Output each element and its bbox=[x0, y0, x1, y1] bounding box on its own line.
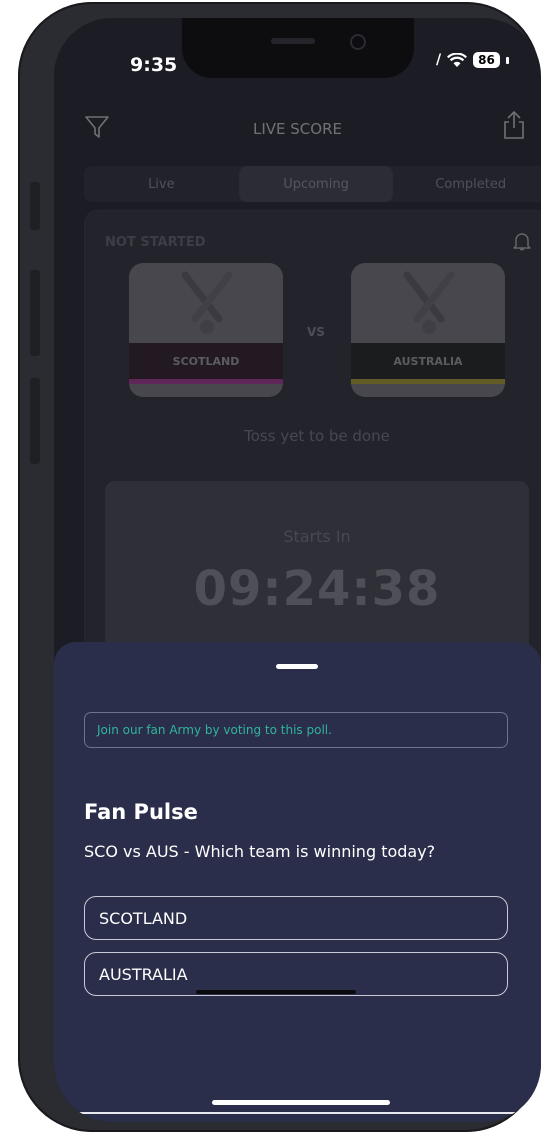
cricket-bat-icon bbox=[403, 271, 455, 334]
team-name-australia: AUSTRALIA bbox=[351, 343, 505, 379]
volume-down-button bbox=[30, 378, 40, 464]
sheet-drag-handle[interactable] bbox=[276, 664, 318, 669]
phone-frame: 9:35 / 86 LIVE SCORE Live Upcoming Compl… bbox=[18, 2, 541, 1132]
cricket-bat-icon bbox=[181, 271, 233, 334]
tab-upcoming[interactable]: Upcoming bbox=[238, 166, 394, 202]
battery-tip bbox=[505, 56, 509, 64]
screen-bottom-edge bbox=[54, 1112, 541, 1114]
status-time: 9:35 bbox=[130, 54, 178, 76]
sheet-divider bbox=[196, 990, 356, 994]
match-status: NOT STARTED bbox=[105, 235, 206, 250]
team-card-australia[interactable]: AUSTRALIA bbox=[351, 263, 505, 397]
speaker-grille bbox=[271, 38, 315, 44]
vs-label: VS bbox=[307, 325, 325, 339]
countdown-label: Starts In bbox=[283, 527, 351, 546]
tab-live[interactable]: Live bbox=[84, 166, 239, 202]
battery-level: 86 bbox=[473, 52, 500, 68]
team-name-scotland: SCOTLAND bbox=[129, 343, 283, 379]
camera-notch bbox=[182, 18, 414, 78]
home-indicator[interactable] bbox=[212, 1100, 390, 1105]
front-camera bbox=[350, 34, 366, 50]
team-stripe-scotland bbox=[129, 379, 283, 384]
status-icons: / 86 bbox=[436, 52, 509, 68]
poll-option-scotland[interactable]: SCOTLAND bbox=[84, 896, 508, 940]
bell-icon[interactable] bbox=[513, 231, 531, 251]
poll-notice: Join our fan Army by voting to this poll… bbox=[84, 712, 508, 748]
tab-completed[interactable]: Completed bbox=[393, 166, 541, 202]
share-icon[interactable] bbox=[502, 110, 526, 140]
countdown-timer: 09:24:38 bbox=[193, 561, 441, 617]
match-card[interactable]: NOT STARTED SCOTLAND VS AUSTRALIA Toss y… bbox=[84, 210, 541, 682]
app-screen: 9:35 / 86 LIVE SCORE Live Upcoming Compl… bbox=[54, 18, 541, 1122]
location-icon: / bbox=[436, 52, 442, 68]
countdown-panel: Starts In 09:24:38 bbox=[105, 481, 529, 661]
toss-status: Toss yet to be done bbox=[244, 427, 390, 445]
poll-question: SCO vs AUS - Which team is winning today… bbox=[84, 842, 436, 861]
fan-pulse-sheet: Join our fan Army by voting to this poll… bbox=[54, 642, 541, 1122]
match-tabs: Live Upcoming Completed bbox=[84, 166, 541, 202]
page-title: LIVE SCORE bbox=[253, 120, 342, 138]
team-card-scotland[interactable]: SCOTLAND bbox=[129, 263, 283, 397]
poll-title: Fan Pulse bbox=[84, 800, 198, 824]
mute-switch bbox=[30, 182, 40, 230]
team-stripe-australia bbox=[351, 379, 505, 384]
wifi-icon bbox=[447, 52, 468, 67]
volume-up-button bbox=[30, 270, 40, 356]
